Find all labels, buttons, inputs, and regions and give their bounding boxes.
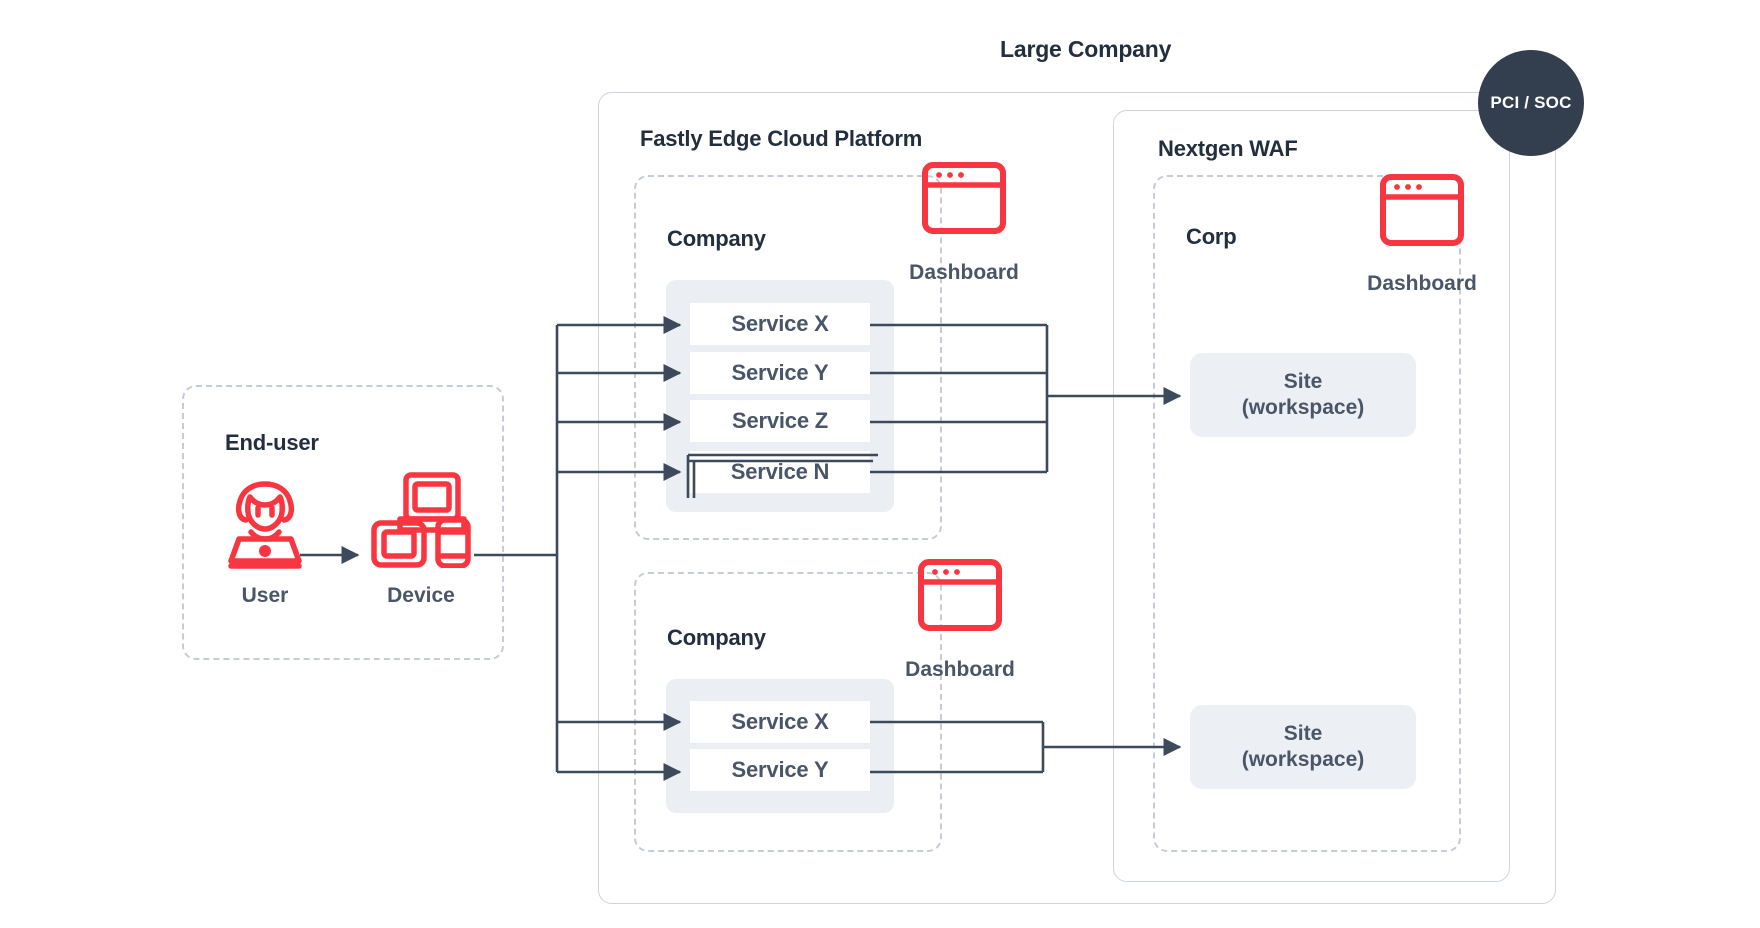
nextgen-waf-title: Nextgen WAF [1158,136,1298,161]
service-pill[interactable]: Service N [690,451,870,493]
device-label: Device [387,584,455,607]
devices-icon [368,468,474,569]
end-user-title: End-user [225,430,319,455]
user-label: User [241,584,289,607]
user-at-laptop-icon [213,475,317,571]
site-workspace-bottom-line2: (workspace) [1241,748,1365,771]
diagram-canvas: Large Company Nextgen WAF Corp Dashboard… [0,0,1760,928]
service-pill[interactable]: Service X [690,701,870,743]
corp-dashboard-label: Dashboard [1367,272,1477,295]
service-pill[interactable]: Service Y [690,749,870,791]
site-workspace-top-line2: (workspace) [1241,396,1365,419]
browser-window-icon [920,160,1008,236]
site-workspace-top: Site (workspace) [1190,353,1416,437]
service-pill[interactable]: Service Z [690,400,870,442]
company-group-2-dashboard-label: Dashboard [905,658,1015,681]
browser-window-icon [916,557,1004,633]
company-2-service-stack [666,679,894,813]
fastly-platform-title: Fastly Edge Cloud Platform [640,126,923,151]
company-group-2-title: Company [667,625,766,650]
company-group-1-dashboard-label: Dashboard [909,261,1019,284]
site-workspace-bottom: Site (workspace) [1190,705,1416,789]
page-title: Large Company [1000,36,1172,62]
service-pill[interactable]: Service Y [690,352,870,394]
pci-soc-badge: PCI / SOC [1478,50,1584,156]
company-group-1-title: Company [667,226,766,251]
corp-group-title: Corp [1186,224,1237,249]
site-workspace-bottom-line1: Site [1283,721,1323,745]
browser-window-icon [1378,172,1466,248]
site-workspace-top-line1: Site [1283,369,1323,393]
service-pill[interactable]: Service X [690,303,870,345]
